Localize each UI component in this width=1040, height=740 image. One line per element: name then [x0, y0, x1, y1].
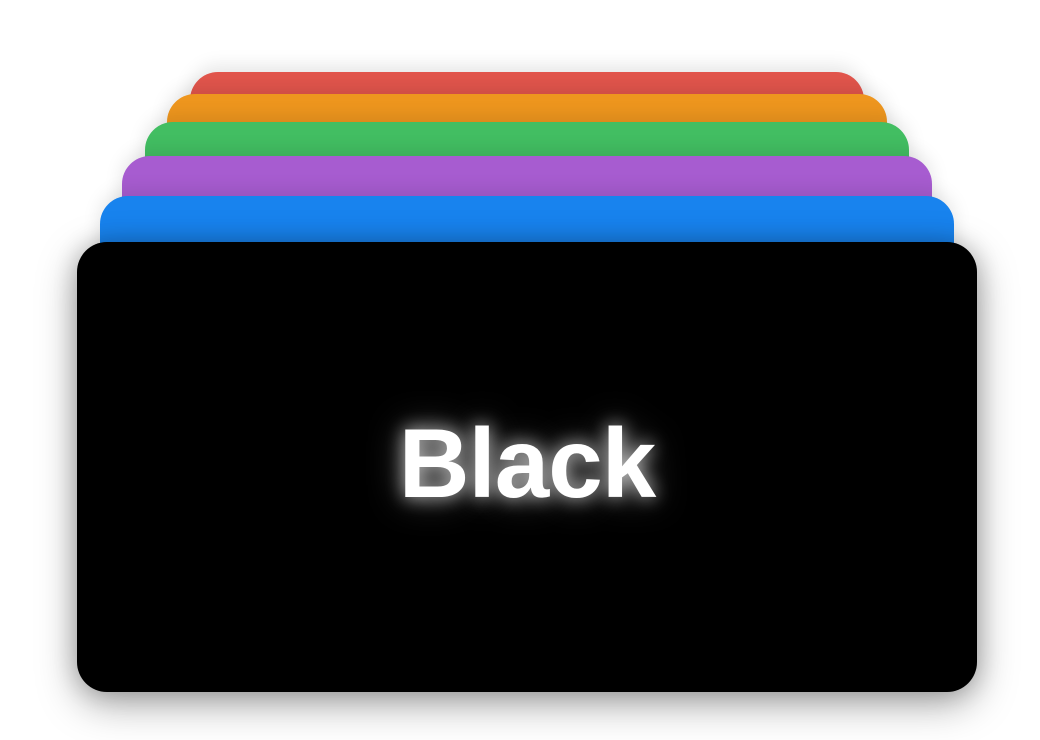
card-black-front[interactable]: Black: [77, 242, 977, 692]
card-title: Black: [398, 407, 657, 518]
card-stack: Black: [0, 0, 1040, 740]
